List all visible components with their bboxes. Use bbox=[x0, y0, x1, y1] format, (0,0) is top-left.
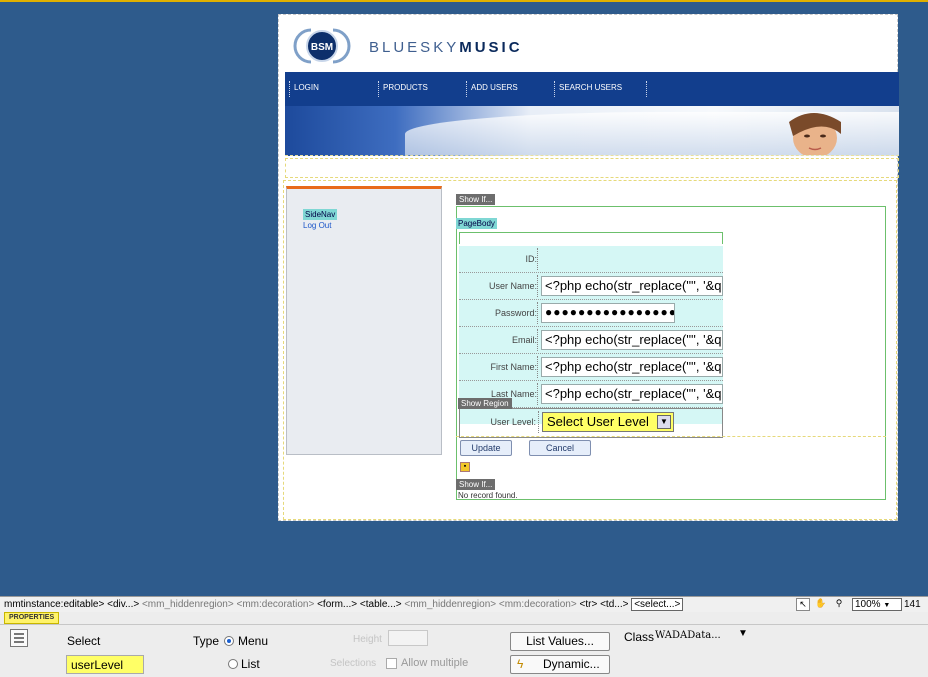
cell-divider bbox=[538, 411, 539, 433]
side-nav: SideNav Log Out bbox=[286, 186, 442, 455]
pagebody-tag[interactable]: PageBody bbox=[456, 218, 497, 229]
table-row: Password: ●●●●●●●●●●●●●●●● bbox=[459, 300, 723, 327]
logout-link[interactable]: Log Out bbox=[303, 221, 331, 230]
dynamic-button-label: Dynamic... bbox=[543, 657, 600, 671]
element-type-label: Select bbox=[67, 634, 101, 648]
height-field[interactable] bbox=[388, 630, 428, 646]
chevron-down-icon[interactable]: ▼ bbox=[657, 415, 671, 429]
list-values-button[interactable]: List Values... bbox=[510, 632, 610, 651]
field-label-password: Password: bbox=[494, 308, 537, 318]
last-name-field[interactable]: <?php echo(str_replace('"', '&qu bbox=[541, 384, 723, 404]
tag-form[interactable]: <form...> bbox=[317, 599, 357, 610]
nav-bar: LOGIN PRODUCTS ADD USERS SEARCH USERS bbox=[285, 72, 899, 106]
field-label-user-level: User Level: bbox=[490, 417, 536, 427]
top-highlight-line bbox=[0, 0, 928, 2]
chevron-down-icon: ▼ bbox=[883, 602, 891, 609]
cancel-button[interactable]: Cancel bbox=[529, 440, 591, 456]
lightning-icon: ϟ bbox=[517, 657, 524, 671]
tag-tr[interactable]: <tr> bbox=[580, 599, 598, 610]
dynamic-button[interactable]: ϟ Dynamic... bbox=[510, 655, 610, 674]
tag-decoration[interactable]: <mm:decoration> bbox=[236, 599, 314, 610]
cell-divider bbox=[537, 356, 538, 378]
zoom-tool-icon[interactable]: ⚲ bbox=[832, 598, 846, 611]
properties-panel: PROPERTIES Select userLevel Type Menu Li… bbox=[0, 612, 928, 677]
tag-td[interactable]: <td...> bbox=[600, 599, 628, 610]
cell-divider bbox=[537, 275, 538, 297]
chevron-down-icon[interactable]: ▼ bbox=[738, 628, 748, 639]
zoom-select[interactable]: 100% ▼ bbox=[852, 598, 902, 611]
tag-div[interactable]: <div...> bbox=[107, 599, 139, 610]
banner-portrait bbox=[763, 108, 853, 155]
logo-text: BSM bbox=[311, 42, 333, 53]
user-level-select[interactable]: Select User Level ▼ bbox=[542, 412, 674, 432]
type-label: Type bbox=[193, 634, 220, 648]
show-region-tag[interactable]: Show Region bbox=[458, 398, 512, 409]
design-canvas[interactable]: BSM BLUESKYMUSIC LOGIN PRODUCTS ADD USER… bbox=[278, 14, 899, 521]
allow-multiple-checkbox[interactable] bbox=[386, 658, 397, 669]
table-row: User Name: <?php echo(str_replace('"', '… bbox=[459, 273, 723, 300]
brand-bold: MUSIC bbox=[459, 39, 523, 56]
allow-multiple-label[interactable]: Allow multiple bbox=[401, 657, 468, 669]
username-field[interactable]: <?php echo(str_replace('"', '&qu bbox=[541, 276, 723, 296]
nav-add-users[interactable]: ADD USERS bbox=[467, 81, 555, 97]
select-name-field[interactable]: userLevel bbox=[66, 655, 144, 674]
nav-products[interactable]: PRODUCTS bbox=[379, 81, 467, 97]
show-if-tag-top[interactable]: Show If... bbox=[456, 194, 496, 205]
panel-divider bbox=[0, 624, 928, 625]
row-divider bbox=[456, 436, 886, 437]
properties-tab[interactable]: PROPERTIES bbox=[4, 612, 60, 624]
cell-divider bbox=[537, 329, 538, 351]
header-banner bbox=[285, 106, 899, 156]
table-row: ID: bbox=[459, 246, 723, 273]
no-record-text: No record found. bbox=[458, 491, 518, 500]
height-label: Height bbox=[353, 634, 382, 645]
table-row: First Name: <?php echo(str_replace('"', … bbox=[459, 354, 723, 381]
hidden-field-icon[interactable]: ▪ bbox=[460, 462, 470, 472]
update-user-form: Show If... PageBody ID: User Name: <?php… bbox=[456, 194, 886, 500]
tag-selector-bar: mmtinstance:editable> <div...> <mm_hidde… bbox=[0, 596, 928, 612]
field-label-first-name: First Name: bbox=[490, 362, 537, 372]
cell-divider bbox=[537, 383, 538, 405]
selections-label: Selections bbox=[330, 658, 377, 669]
cell-divider bbox=[537, 248, 538, 270]
show-if-tag-bottom[interactable]: Show If... bbox=[456, 479, 496, 490]
nav-search-users[interactable]: SEARCH USERS bbox=[555, 81, 647, 97]
tag-hiddenregion[interactable]: <mm_hiddenregion> bbox=[142, 599, 234, 610]
password-field[interactable]: ●●●●●●●●●●●●●●●● bbox=[541, 303, 675, 323]
tag-hiddenregion-2[interactable]: <mm_hiddenregion> bbox=[404, 599, 496, 610]
hand-tool-icon[interactable]: ✋ bbox=[814, 598, 828, 611]
field-label-email: Email: bbox=[511, 335, 537, 345]
tag-mmtinstance[interactable]: mmtinstance:editable> bbox=[4, 599, 104, 610]
email-field[interactable]: <?php echo(str_replace('"', '&qu bbox=[541, 330, 723, 350]
type-list-radio[interactable] bbox=[228, 659, 238, 669]
table-row: User Level: Select User Level ▼ bbox=[459, 408, 723, 438]
table-width-ruler bbox=[459, 232, 723, 244]
type-menu-radio[interactable] bbox=[224, 636, 234, 646]
cell-divider bbox=[537, 302, 538, 324]
tag-table[interactable]: <table...> bbox=[360, 599, 402, 610]
type-menu-label[interactable]: Menu bbox=[238, 634, 268, 648]
type-list-label[interactable]: List bbox=[241, 657, 260, 671]
window-size[interactable]: 141 bbox=[904, 599, 921, 610]
update-button[interactable]: Update bbox=[460, 440, 512, 456]
nav-login[interactable]: LOGIN bbox=[289, 81, 379, 97]
zoom-value: 100% bbox=[855, 599, 881, 610]
list-menu-icon bbox=[10, 629, 28, 647]
first-name-field[interactable]: <?php echo(str_replace('"', '&qu bbox=[541, 357, 723, 377]
spacer-region bbox=[285, 158, 899, 178]
tag-select[interactable]: <select...> bbox=[631, 598, 684, 611]
user-level-selected: Select User Level bbox=[547, 414, 649, 429]
pointer-tool-icon[interactable]: ↖ bbox=[796, 598, 810, 611]
table-row: Email: <?php echo(str_replace('"', '&qu bbox=[459, 327, 723, 354]
brand-name: BLUESKYMUSIC bbox=[369, 39, 523, 56]
brand-light: BLUESKY bbox=[369, 39, 460, 56]
class-select[interactable]: WADAData... bbox=[655, 630, 721, 641]
field-label-id: ID: bbox=[525, 254, 537, 264]
sidenav-tag[interactable]: SideNav bbox=[303, 209, 338, 220]
tag-decoration-2[interactable]: <mm:decoration> bbox=[499, 599, 577, 610]
field-label-username: User Name: bbox=[488, 281, 537, 291]
bsm-logo: BSM bbox=[287, 23, 357, 69]
class-label: Class bbox=[624, 630, 655, 644]
